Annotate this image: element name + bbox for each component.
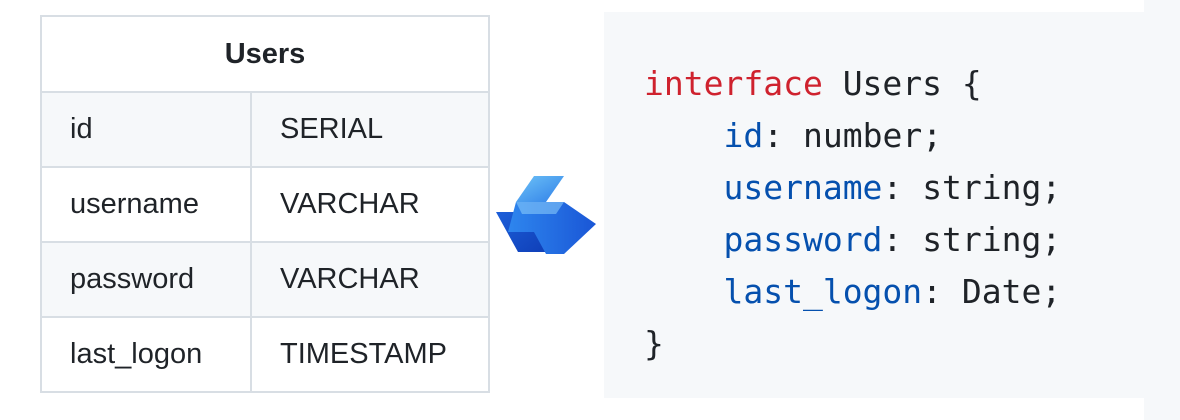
users-table: Users id SERIAL username VARCHAR passwor… (40, 15, 490, 393)
table-row: username VARCHAR (40, 166, 490, 243)
background-strip (1144, 0, 1180, 420)
column-name: password (40, 241, 252, 318)
typescript-code-block: interface Users { id: number; username: … (604, 12, 1144, 398)
sql-table: Users id SERIAL username VARCHAR passwor… (40, 15, 490, 393)
table-row: last_logon TIMESTAMP (40, 316, 490, 393)
code-property: id (723, 116, 764, 155)
code-type: string (922, 168, 1042, 207)
code-type: number (802, 116, 923, 155)
table-row: id SERIAL (40, 91, 490, 168)
table-title: Users (40, 15, 490, 93)
close-brace: } (644, 324, 664, 363)
open-brace: { (961, 64, 982, 103)
code-type: Date (961, 272, 1042, 311)
code-listing: interface Users { id: number; username: … (644, 64, 1062, 363)
column-name: last_logon (40, 316, 252, 393)
column-type: VARCHAR (250, 241, 490, 318)
right-arrow-icon (494, 172, 598, 256)
code-type: string (922, 220, 1042, 259)
code-keyword: interface (644, 64, 823, 103)
code-property: password (723, 220, 883, 259)
column-name: id (40, 91, 252, 168)
code-property: username (723, 168, 883, 207)
column-type: TIMESTAMP (250, 316, 490, 393)
column-name: username (40, 166, 252, 243)
arrow-graphic (496, 176, 596, 254)
column-type: VARCHAR (250, 166, 490, 243)
arrow-upper-plate (516, 176, 564, 202)
arrow-highlight (516, 202, 564, 214)
table-row: password VARCHAR (40, 241, 490, 318)
interface-name: Users (842, 64, 943, 103)
code-property: last_logon (723, 272, 923, 311)
column-type: SERIAL (250, 91, 490, 168)
